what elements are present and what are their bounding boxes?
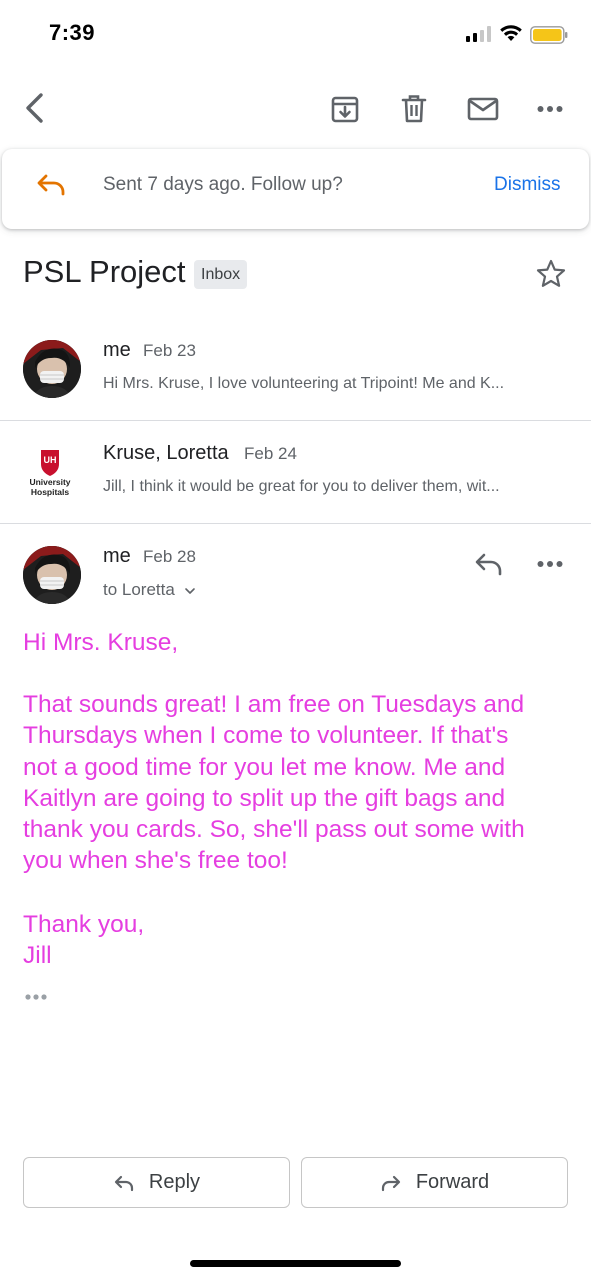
logo-name-line1: University (29, 477, 70, 487)
avatar-image (23, 340, 81, 398)
recipients-toggle[interactable]: to Loretta (103, 580, 196, 600)
star-icon (536, 259, 566, 287)
logo-mark: UH (44, 455, 57, 465)
body-line: thank you cards. So, she'll pass out som… (23, 816, 525, 844)
archive-icon (331, 96, 359, 123)
more-horizontal-icon (25, 994, 47, 1000)
sender-name: me (103, 545, 131, 567)
message-date: Feb 28 (143, 547, 196, 566)
trash-icon (401, 95, 427, 123)
more-horizontal-icon (537, 106, 563, 112)
forward-icon (381, 1175, 400, 1191)
divider (0, 420, 591, 421)
back-arrow-icon (26, 93, 43, 123)
cellular-signal-icon (466, 26, 491, 42)
reply-icon (114, 1175, 134, 1191)
message-signature: Jill (23, 942, 52, 969)
recipients-text: to Loretta (103, 580, 175, 599)
battery-icon (530, 26, 568, 44)
forward-action-button[interactable]: Forward (301, 1157, 568, 1208)
star-button[interactable] (535, 258, 567, 290)
reply-action-button[interactable]: Reply (23, 1157, 290, 1208)
chevron-down-icon (184, 587, 195, 594)
home-indicator[interactable] (190, 1260, 401, 1267)
reply-label: Reply (148, 1171, 201, 1193)
message-date: Feb 23 (143, 341, 196, 360)
show-trimmed-content-button[interactable] (23, 990, 51, 1004)
message-more-button[interactable] (533, 552, 567, 576)
avatar[interactable] (23, 340, 81, 398)
more-options-button[interactable] (533, 97, 567, 121)
reply-button[interactable] (472, 550, 506, 578)
body-line: That sounds great! I am free on Tuesdays… (23, 691, 525, 718)
mark-unread-button[interactable] (465, 94, 501, 124)
archive-button[interactable] (328, 92, 362, 126)
reply-icon (475, 553, 502, 576)
body-line: Kaitlyn are going to split up the gift b… (23, 784, 506, 812)
avatar[interactable] (23, 546, 81, 604)
dismiss-button[interactable]: Dismiss (494, 174, 561, 196)
body-line: Thursdays when I come to volunteer. If t… (23, 722, 509, 750)
message-closing: Thank you, (23, 911, 145, 938)
back-button[interactable] (18, 90, 50, 126)
message-snippet[interactable]: Jill, I think it would be great for you … (103, 478, 563, 496)
sender-name: Kruse, Loretta (103, 442, 229, 464)
message-body: That sounds great! I am free on Tuesdays… (23, 689, 568, 877)
email-subject: PSL Project (23, 254, 186, 289)
message-date: Feb 24 (244, 444, 297, 463)
mail-icon (467, 97, 499, 121)
university-hospitals-logo: UH University Hospitals (24, 448, 76, 500)
wifi-icon (500, 25, 522, 41)
reply-icon (37, 174, 65, 196)
avatar-image (23, 546, 81, 604)
delete-button[interactable] (398, 92, 430, 126)
message-greeting: Hi Mrs. Kruse, (23, 629, 179, 656)
body-line: you when she's free too! (23, 847, 288, 875)
logo-name-line2: Hospitals (31, 487, 70, 497)
body-line: not a good time for you let me know. Me … (23, 753, 506, 781)
message-snippet[interactable]: Hi Mrs. Kruse, I love volunteering at Tr… (103, 375, 563, 393)
follow-up-message: Sent 7 days ago. Follow up? (103, 174, 343, 195)
inbox-label-badge[interactable]: Inbox (194, 260, 248, 289)
status-time: 7:39 (49, 20, 96, 45)
sender-name: me (103, 339, 131, 361)
more-horizontal-icon (537, 561, 563, 567)
divider (0, 523, 591, 524)
forward-label: Forward (415, 1171, 490, 1193)
